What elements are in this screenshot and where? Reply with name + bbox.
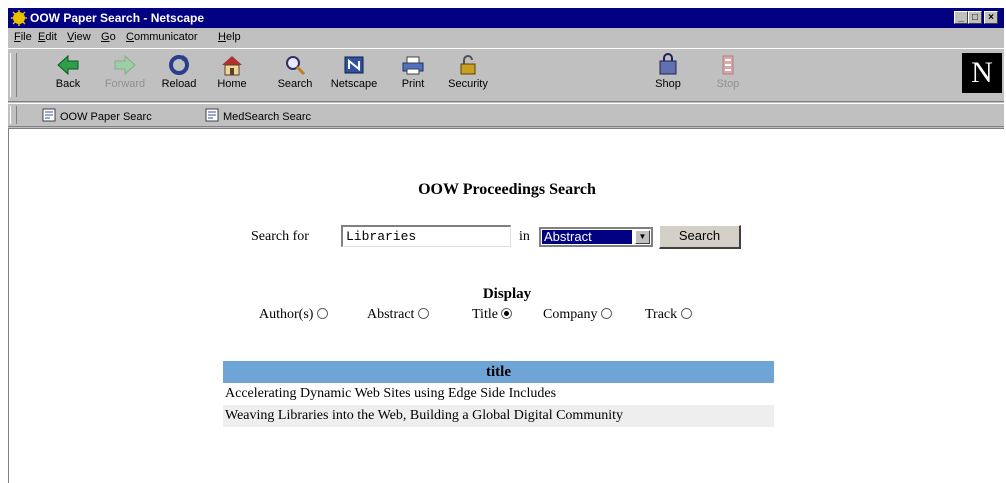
reload-icon [169, 55, 189, 75]
toolbar-grip[interactable] [10, 53, 17, 97]
menu-help[interactable]: Help [218, 31, 241, 43]
lock-icon [460, 55, 476, 75]
personal-toolbar: OOW Paper Searc MedSearch Searc [8, 103, 1004, 127]
menu-bar: File Edit View Go Communicator Help [8, 29, 1004, 47]
forward-arrow-icon [114, 54, 136, 76]
chevron-down-icon[interactable]: ▼ [635, 230, 650, 244]
track-radio[interactable] [680, 308, 692, 319]
back-arrow-icon [57, 54, 79, 76]
maximize-button[interactable]: □ [968, 11, 982, 24]
page-title: OOW Proceedings Search [418, 181, 596, 198]
search-input[interactable] [341, 225, 511, 247]
security-button[interactable]: Security [438, 53, 498, 97]
bookmark-medsearch-search[interactable]: MedSearch Searc [205, 108, 311, 123]
title-bar: OOW Paper Search - Netscape _ □ × [8, 8, 1004, 28]
minimize-button[interactable]: _ [954, 11, 968, 24]
page-content: OOW Proceedings Search Search for in Abs… [8, 128, 1004, 483]
shop-icon [659, 53, 677, 75]
print-button[interactable]: Print [383, 53, 443, 97]
stop-icon [722, 55, 734, 75]
display-option-abstract: Abstract [367, 307, 429, 323]
results-column-header: title [223, 361, 774, 383]
bookmarks-grip[interactable] [10, 106, 17, 124]
menu-view[interactable]: View [67, 31, 91, 43]
netscape-icon [344, 56, 364, 74]
title-radio[interactable] [501, 308, 513, 319]
search-button[interactable]: Search [659, 225, 741, 249]
forward-button[interactable]: Forward [95, 53, 155, 97]
display-heading: Display [482, 286, 532, 302]
display-option-company: Company [543, 307, 612, 323]
bookmark-page-icon [205, 108, 219, 122]
search-for-label: Search for [251, 229, 309, 244]
stop-button[interactable]: Stop [698, 53, 758, 97]
table-row: Weaving Libraries into the Web, Building… [223, 405, 774, 427]
abstract-radio[interactable] [417, 308, 429, 319]
menu-communicator[interactable]: Communicator [126, 31, 198, 43]
netscape-button[interactable]: Netscape [324, 53, 384, 97]
browser-window: OOW Paper Search - Netscape _ □ × File E… [8, 8, 1004, 483]
menu-file[interactable]: File [14, 31, 32, 43]
bookmark-oow-paper-search[interactable]: OOW Paper Searc [42, 108, 152, 123]
bookmark-page-icon [42, 108, 56, 122]
in-label: in [519, 229, 530, 244]
back-button[interactable]: Back [38, 53, 98, 97]
menu-edit[interactable]: Edit [38, 31, 57, 43]
results-table: title Accelerating Dynamic Web Sites usi… [223, 361, 774, 427]
home-button[interactable]: Home [202, 53, 262, 97]
print-icon [402, 56, 424, 75]
search-field-value: Abstract [542, 230, 632, 244]
menu-go[interactable]: Go [101, 31, 116, 43]
close-button[interactable]: × [984, 11, 998, 24]
reload-button[interactable]: Reload [149, 53, 209, 97]
authors-radio[interactable] [316, 308, 328, 319]
window-title: OOW Paper Search - Netscape [30, 11, 205, 25]
netscape-logo[interactable]: N [962, 53, 1002, 93]
home-icon [222, 56, 242, 76]
search-icon [286, 56, 306, 76]
search-field-select[interactable]: Abstract ▼ [539, 227, 653, 247]
shop-button[interactable]: Shop [638, 53, 698, 97]
display-option-authors: Author(s) [259, 307, 328, 323]
search-button-toolbar[interactable]: Search [265, 53, 325, 97]
netscape-app-icon [11, 10, 27, 26]
display-option-title: Title [472, 307, 513, 323]
navigation-toolbar: Back Forward Reload Home Search Netscape… [8, 48, 1004, 102]
display-option-track: Track [645, 307, 692, 323]
company-radio[interactable] [600, 308, 612, 319]
table-row: Accelerating Dynamic Web Sites using Edg… [225, 386, 557, 401]
